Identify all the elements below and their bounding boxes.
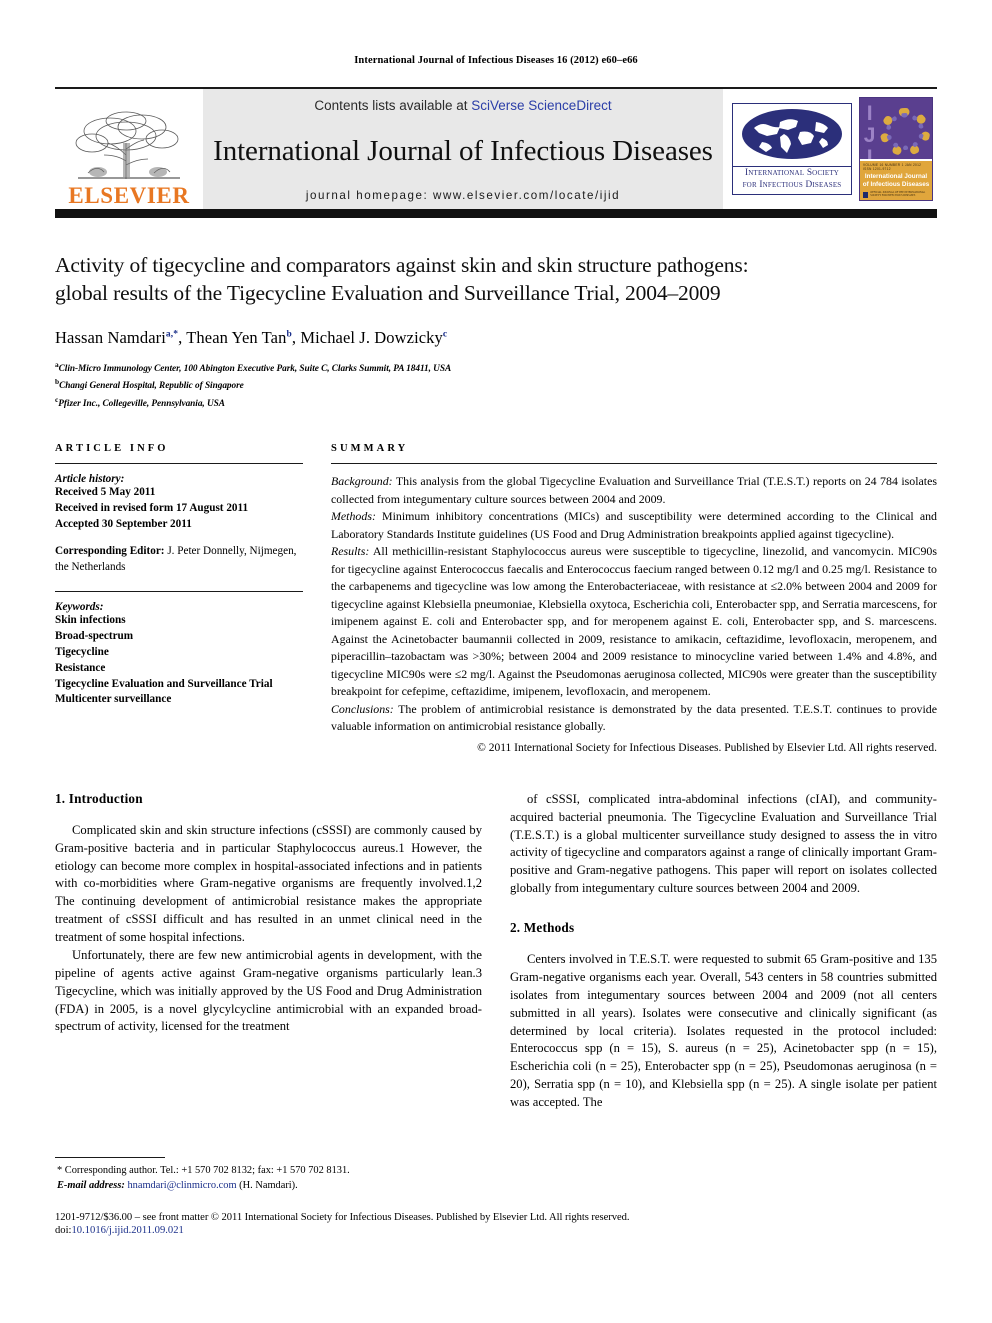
isid-line-2: for Infectious Diseases <box>742 179 842 190</box>
summary-column: SUMMARY Background: This analysis from t… <box>331 443 937 756</box>
cover-title-line-1: International Journal <box>864 173 928 180</box>
doi-label: doi: <box>55 1225 72 1236</box>
summary-results-text: All methicillin-resistant Staphylococcus… <box>331 544 937 699</box>
summary-conclusions-text: The problem of antimicrobial resistance … <box>331 701 937 734</box>
keywords-label: Keywords: <box>55 600 104 613</box>
contents-prefix: Contents lists available at <box>314 98 472 113</box>
methods-paragraph-1: Centers involved in T.E.S.T. were reques… <box>510 952 937 1110</box>
journal-cover-thumbnail: IJID VOLUME 16 NUMBER 1 JAN 2012 ISSN 12… <box>859 89 937 209</box>
affiliation-text-c: Pfizer Inc., Collegeville, Pennsylvania,… <box>58 398 225 409</box>
cover-band-top-text: VOLUME 16 NUMBER 1 JAN 2012 ISSN 1201-97… <box>863 163 922 171</box>
corresponding-editor-label: Corresponding Editor: <box>55 545 165 558</box>
affiliation-a: aClin-Micro Immunology Center, 100 Abing… <box>55 359 937 377</box>
author-list: Hassan Namdaria,*, Thean Yen Tanb, Micha… <box>55 327 448 347</box>
paper-page: International Journal of Infectious Dise… <box>0 0 992 1323</box>
running-head: International Journal of Infectious Dise… <box>354 55 638 66</box>
history-item-2: Received in revised form 17 August 2011 <box>55 502 249 515</box>
summary-methods: Methods: Minimum inhibitory concentratio… <box>331 508 937 543</box>
intro-paragraph-1: Complicated skin and skin structure infe… <box>55 822 482 945</box>
isid-logo: International Society for Infectious Dis… <box>731 89 859 209</box>
cover-publisher-mark <box>863 191 869 198</box>
affiliation-text-a: Clin-Micro Immunology Center, 100 Abingt… <box>58 363 452 374</box>
keyword-4: Resistance <box>55 661 106 674</box>
info-summary-section: ARTICLE INFO Article history: Received 5… <box>55 443 937 756</box>
masthead-bottom-rule <box>55 209 937 218</box>
history-item-3: Accepted 30 September 2011 <box>55 518 192 531</box>
summary-conclusions: Conclusions: The problem of antimicrobia… <box>331 701 937 736</box>
body-column-left: 1. Introduction Complicated skin and ski… <box>55 791 482 1112</box>
author-mark-2: b <box>286 329 292 340</box>
journal-homepage-line[interactable]: journal homepage: www.elsevier.com/locat… <box>306 189 620 202</box>
summary-rule <box>331 463 937 465</box>
journal-masthead: ELSEVIER Contents lists available at Sci… <box>55 87 937 209</box>
article-info-column: ARTICLE INFO Article history: Received 5… <box>55 443 303 756</box>
article-history-label: Article history: <box>55 473 125 486</box>
footnote-rule <box>55 1157 165 1158</box>
journal-title: International Journal of Infectious Dise… <box>213 134 713 167</box>
bottom-copyright-block: 1201-9712/$36.00 – see front matter © 20… <box>55 1212 945 1236</box>
title-line-1: Activity of tigecycline and comparators … <box>55 253 749 277</box>
intro-paragraph-2: Unfortunately, there are few new antimic… <box>55 947 482 1034</box>
summary-body: Background: This analysis from the globa… <box>331 473 937 756</box>
keyword-5: Tigecycline Evaluation and Surveillance … <box>55 677 273 690</box>
summary-conclusions-label: Conclusions: <box>331 701 394 716</box>
keyword-3: Tigecycline <box>55 645 109 658</box>
keyword-6: Multicenter surveillance <box>55 693 172 706</box>
section-heading-introduction: 1. Introduction <box>55 790 143 806</box>
cover-band: VOLUME 16 NUMBER 1 JAN 2012 ISSN 1201-97… <box>860 159 932 200</box>
globe-icon <box>733 104 851 166</box>
front-matter-line: 1201-9712/$36.00 – see front matter © 20… <box>55 1212 630 1223</box>
summary-heading: SUMMARY <box>331 443 409 455</box>
affiliation-text-b: Changi General Hospital, Republic of Sin… <box>59 381 244 392</box>
summary-background-label: Background: <box>331 474 393 489</box>
title-line-2: global results of the Tigecycline Evalua… <box>55 280 721 305</box>
journal-banner-panel: Contents lists available at SciVerse Sci… <box>203 89 723 209</box>
keywords-rule <box>55 590 303 592</box>
author-mark-1: a,* <box>165 329 179 340</box>
email-label: E-mail address: <box>57 1180 125 1192</box>
elsevier-tree-icon <box>75 111 180 179</box>
summary-methods-label: Methods: <box>331 509 376 524</box>
summary-copyright: © 2011 International Society for Infecti… <box>477 741 937 754</box>
summary-results-label: Results: <box>331 544 370 559</box>
cover-virus-inner-ring <box>886 113 924 150</box>
keyword-1: Skin infections <box>55 613 126 626</box>
sciencedirect-link[interactable]: SciVerse ScienceDirect <box>471 98 611 113</box>
contents-lists-line: Contents lists available at SciVerse Sci… <box>314 98 611 113</box>
doi-value[interactable]: 10.1016/j.ijid.2011.09.021 <box>71 1225 183 1236</box>
intro-paragraph-3: of cSSSI, complicated intra-abdominal in… <box>510 791 937 896</box>
cover-title-line-2: of Infectious Diseases <box>862 180 930 188</box>
email-link[interactable]: hnamdari@clinmicro.com <box>127 1180 236 1191</box>
summary-background-text: This analysis from the global Tigecyclin… <box>331 474 937 506</box>
elsevier-logo: ELSEVIER <box>55 89 203 209</box>
summary-results: Results: All methicillin-resistant Staph… <box>331 543 937 701</box>
body-columns: 1. Introduction Complicated skin and ski… <box>55 791 937 1112</box>
summary-background: Background: This analysis from the globa… <box>331 473 937 508</box>
title-block: Activity of tigecycline and comparators … <box>55 218 937 411</box>
page-title: Activity of tigecycline and comparators … <box>55 252 937 308</box>
email-suffix: (H. Namdari). <box>236 1180 298 1192</box>
doi-line: doi:10.1016/j.ijid.2011.09.021 <box>55 1225 945 1236</box>
email-note: E-mail address: hnamdari@clinmicro.com (… <box>55 1178 495 1193</box>
author-name-3: Michael J. Dowzicky <box>300 327 443 347</box>
corresponding-author-note: * Corresponding author. Tel.: +1 570 702… <box>57 1165 350 1176</box>
summary-methods-text: Minimum inhibitory concentrations (MICs)… <box>331 509 937 541</box>
footnote-block: * Corresponding author. Tel.: +1 570 702… <box>55 1157 495 1193</box>
body-column-right: of cSSSI, complicated intra-abdominal in… <box>510 791 937 1112</box>
author-name-2: Thean Yen Tan <box>186 327 287 347</box>
elsevier-wordmark: ELSEVIER <box>68 183 190 208</box>
affiliation-c: cPfizer Inc., Collegeville, Pennsylvania… <box>55 394 937 412</box>
affiliation-b: bChangi General Hospital, Republic of Si… <box>55 376 937 394</box>
affiliation-list: aClin-Micro Immunology Center, 100 Abing… <box>55 359 937 412</box>
isid-line-1: International Society <box>744 167 840 178</box>
cover-band-footer-text: OFFICIAL JOURNAL OF THE INTERNATIONAL SO… <box>870 190 926 197</box>
author-mark-3: c <box>442 329 448 340</box>
history-item-1: Received 5 May 2011 <box>55 486 156 499</box>
section-heading-methods: 2. Methods <box>510 920 575 936</box>
article-info-rule <box>55 463 303 465</box>
author-name-1: Hassan Namdari <box>55 327 166 347</box>
article-info-heading: ARTICLE INFO <box>55 443 169 455</box>
keyword-2: Broad-spectrum <box>55 629 134 642</box>
corresponding-editor: Corresponding Editor: J. Peter Donnelly,… <box>55 544 303 576</box>
